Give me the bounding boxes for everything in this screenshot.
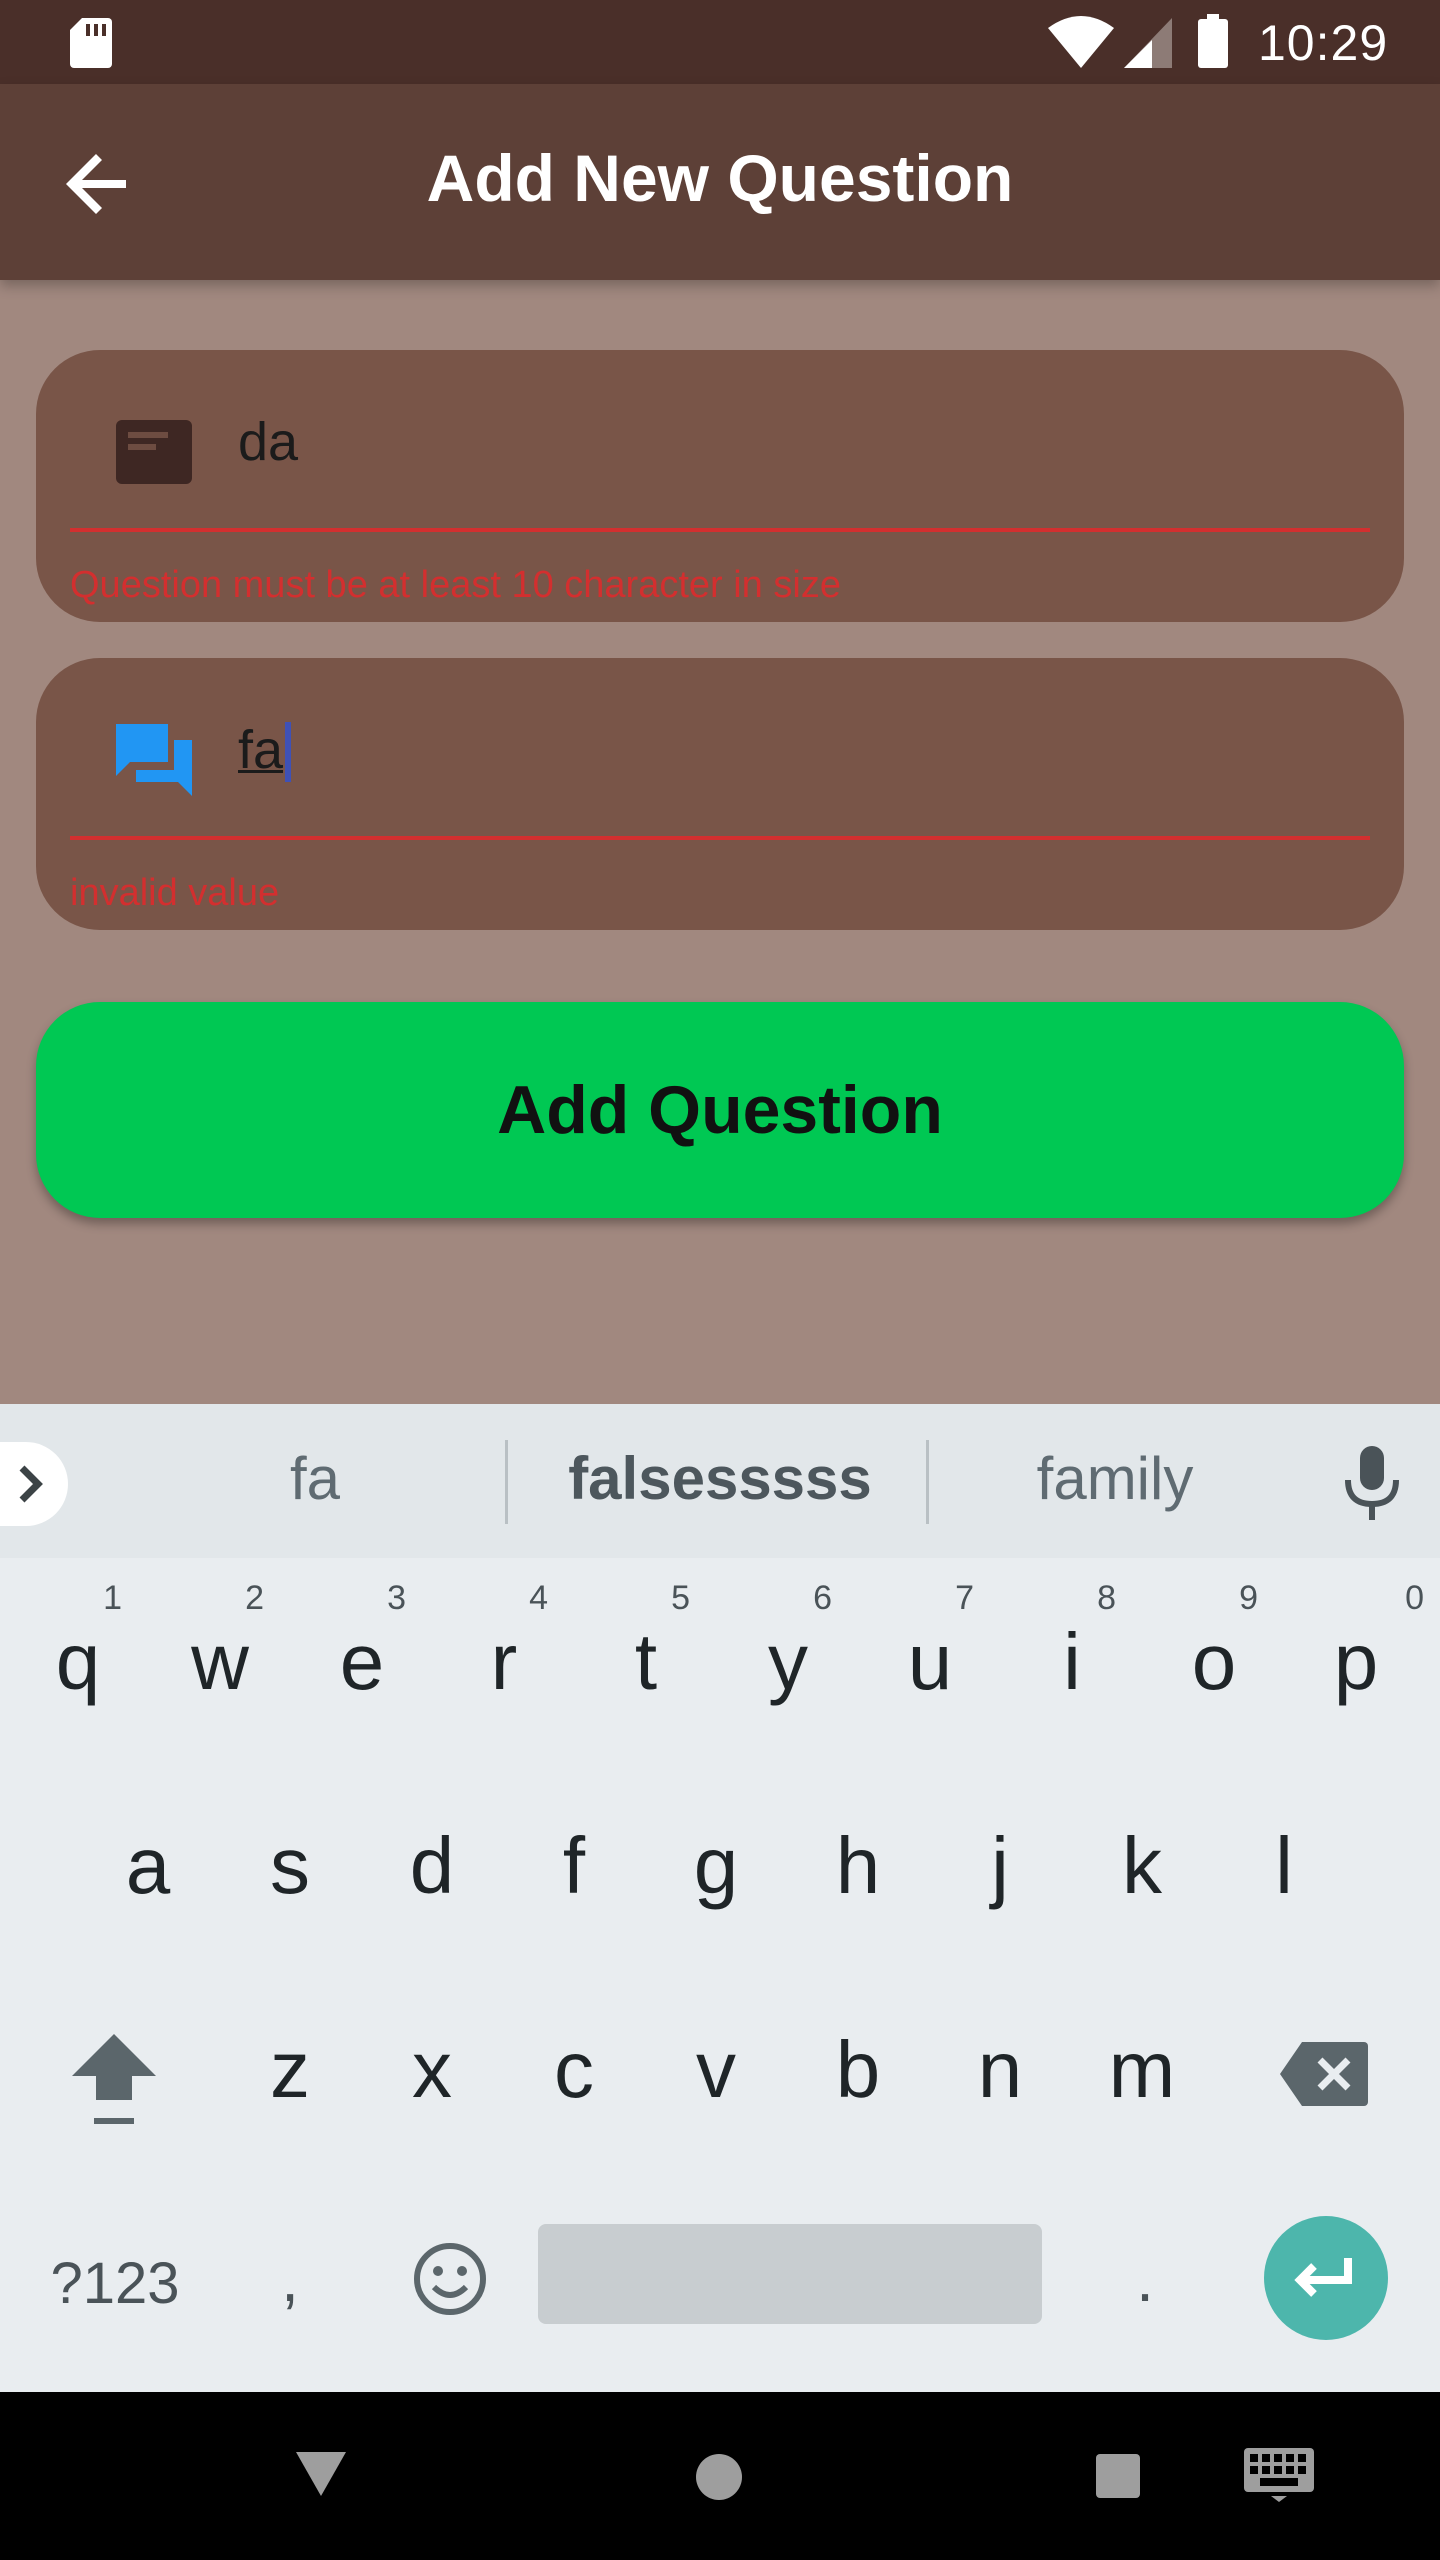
enter-key[interactable] (1264, 2216, 1388, 2340)
signal-icon (1124, 18, 1172, 68)
key-o[interactable]: o9 (1144, 1572, 1284, 1752)
question-underline (70, 528, 1370, 532)
key-t[interactable]: t5 (576, 1572, 716, 1752)
suggestion-2[interactable]: falsesssss (510, 1444, 930, 1513)
comma-key[interactable]: , (230, 2224, 350, 2334)
key-w[interactable]: w2 (150, 1572, 290, 1752)
key-hint: 2 (245, 1579, 264, 1617)
key-hint: 1 (103, 1579, 122, 1617)
key-p[interactable]: p0 (1286, 1572, 1426, 1752)
key-hint: 9 (1239, 1579, 1258, 1617)
keyboard-switch-icon[interactable] (1244, 2448, 1314, 2502)
key-label: r (490, 1617, 518, 1706)
sd-card-icon (70, 18, 112, 68)
suggestion-divider (505, 1440, 508, 1524)
period-key[interactable]: . (1090, 2224, 1200, 2334)
key-g[interactable]: g (646, 1776, 786, 1956)
key-hint: 6 (813, 1579, 832, 1617)
answer-underline (70, 836, 1370, 840)
key-hint: 4 (529, 1579, 548, 1617)
clock: 10:29 (1258, 15, 1389, 71)
wifi-icon (1048, 16, 1114, 68)
suggestion-3[interactable]: family (940, 1444, 1290, 1513)
key-label: e (339, 1617, 385, 1706)
answer-error: invalid value (70, 872, 280, 914)
expand-suggestions-button[interactable] (0, 1442, 68, 1526)
answer-field[interactable]: fa invalid value (36, 658, 1404, 930)
key-label: w (191, 1617, 249, 1706)
key-hint: 3 (387, 1579, 406, 1617)
key-x[interactable]: x (362, 1980, 502, 2160)
nav-recents-icon[interactable] (1096, 2454, 1140, 2498)
symbols-key[interactable]: ?123 (20, 2234, 210, 2334)
emoji-key[interactable] (390, 2224, 510, 2334)
key-n[interactable]: n (930, 1980, 1070, 2160)
key-label: i (1063, 1617, 1081, 1706)
page-title: Add New Question (426, 141, 1014, 215)
key-label: p (1333, 1617, 1379, 1706)
suggestion-1[interactable]: fa (150, 1444, 480, 1513)
answer-input-text: fa (238, 720, 284, 780)
enter-icon (1294, 2258, 1352, 2297)
key-e[interactable]: e3 (292, 1572, 432, 1752)
key-b[interactable]: b (788, 1980, 928, 2160)
soft-keyboard: fa falsesssss family q1 w2 e3 r4 t5 y6 u… (0, 1404, 1440, 2392)
key-hint: 5 (671, 1579, 690, 1617)
navigation-bar (0, 2392, 1440, 2560)
text-caret (285, 722, 292, 782)
key-q[interactable]: q1 (8, 1572, 148, 1752)
key-v[interactable]: v (646, 1980, 786, 2160)
key-h[interactable]: h (788, 1776, 928, 1956)
key-label: u (907, 1617, 953, 1706)
key-y[interactable]: y6 (718, 1572, 858, 1752)
card-icon (116, 420, 192, 484)
key-s[interactable]: s (220, 1776, 360, 1956)
key-a[interactable]: a (78, 1776, 218, 1956)
battery-icon (1198, 14, 1228, 68)
key-k[interactable]: k (1072, 1776, 1212, 1956)
app-bar: Add New Question (0, 84, 1440, 280)
key-z[interactable]: z (220, 1980, 360, 2160)
key-c[interactable]: c (504, 1980, 644, 2160)
key-l[interactable]: l (1214, 1776, 1354, 1956)
backspace-icon[interactable] (1280, 2042, 1368, 2106)
key-label: q (55, 1617, 101, 1706)
emoji-icon (414, 2243, 486, 2315)
key-label: o (1191, 1617, 1237, 1706)
nav-back-icon[interactable] (296, 2452, 346, 2496)
key-hint: 0 (1405, 1579, 1424, 1617)
answer-input[interactable]: fa (238, 718, 292, 782)
question-input[interactable]: da (238, 410, 298, 474)
question-error: Question must be at least 10 character i… (70, 564, 841, 606)
key-i[interactable]: i8 (1002, 1572, 1142, 1752)
add-question-button[interactable]: Add Question (36, 1002, 1404, 1218)
key-j[interactable]: j (930, 1776, 1070, 1956)
key-label: t (634, 1617, 658, 1706)
question-field[interactable]: da Question must be at least 10 characte… (36, 350, 1404, 622)
chevron-right-icon (19, 1465, 43, 1503)
suggestion-divider (926, 1440, 929, 1524)
nav-home-icon[interactable] (694, 2452, 744, 2502)
key-label: y (768, 1617, 808, 1706)
space-key[interactable] (538, 2224, 1042, 2324)
key-d[interactable]: d (362, 1776, 502, 1956)
key-hint: 8 (1097, 1579, 1116, 1617)
forum-icon (116, 724, 192, 796)
key-r[interactable]: r4 (434, 1572, 574, 1752)
key-f[interactable]: f (504, 1776, 644, 1956)
status-bar: 10:29 (0, 0, 1440, 84)
key-m[interactable]: m (1072, 1980, 1212, 2160)
key-u[interactable]: u7 (860, 1572, 1000, 1752)
shift-icon[interactable] (66, 2030, 162, 2130)
key-hint: 7 (955, 1579, 974, 1617)
microphone-icon[interactable] (1340, 1446, 1404, 1522)
suggestion-bar: fa falsesssss family (0, 1404, 1440, 1558)
